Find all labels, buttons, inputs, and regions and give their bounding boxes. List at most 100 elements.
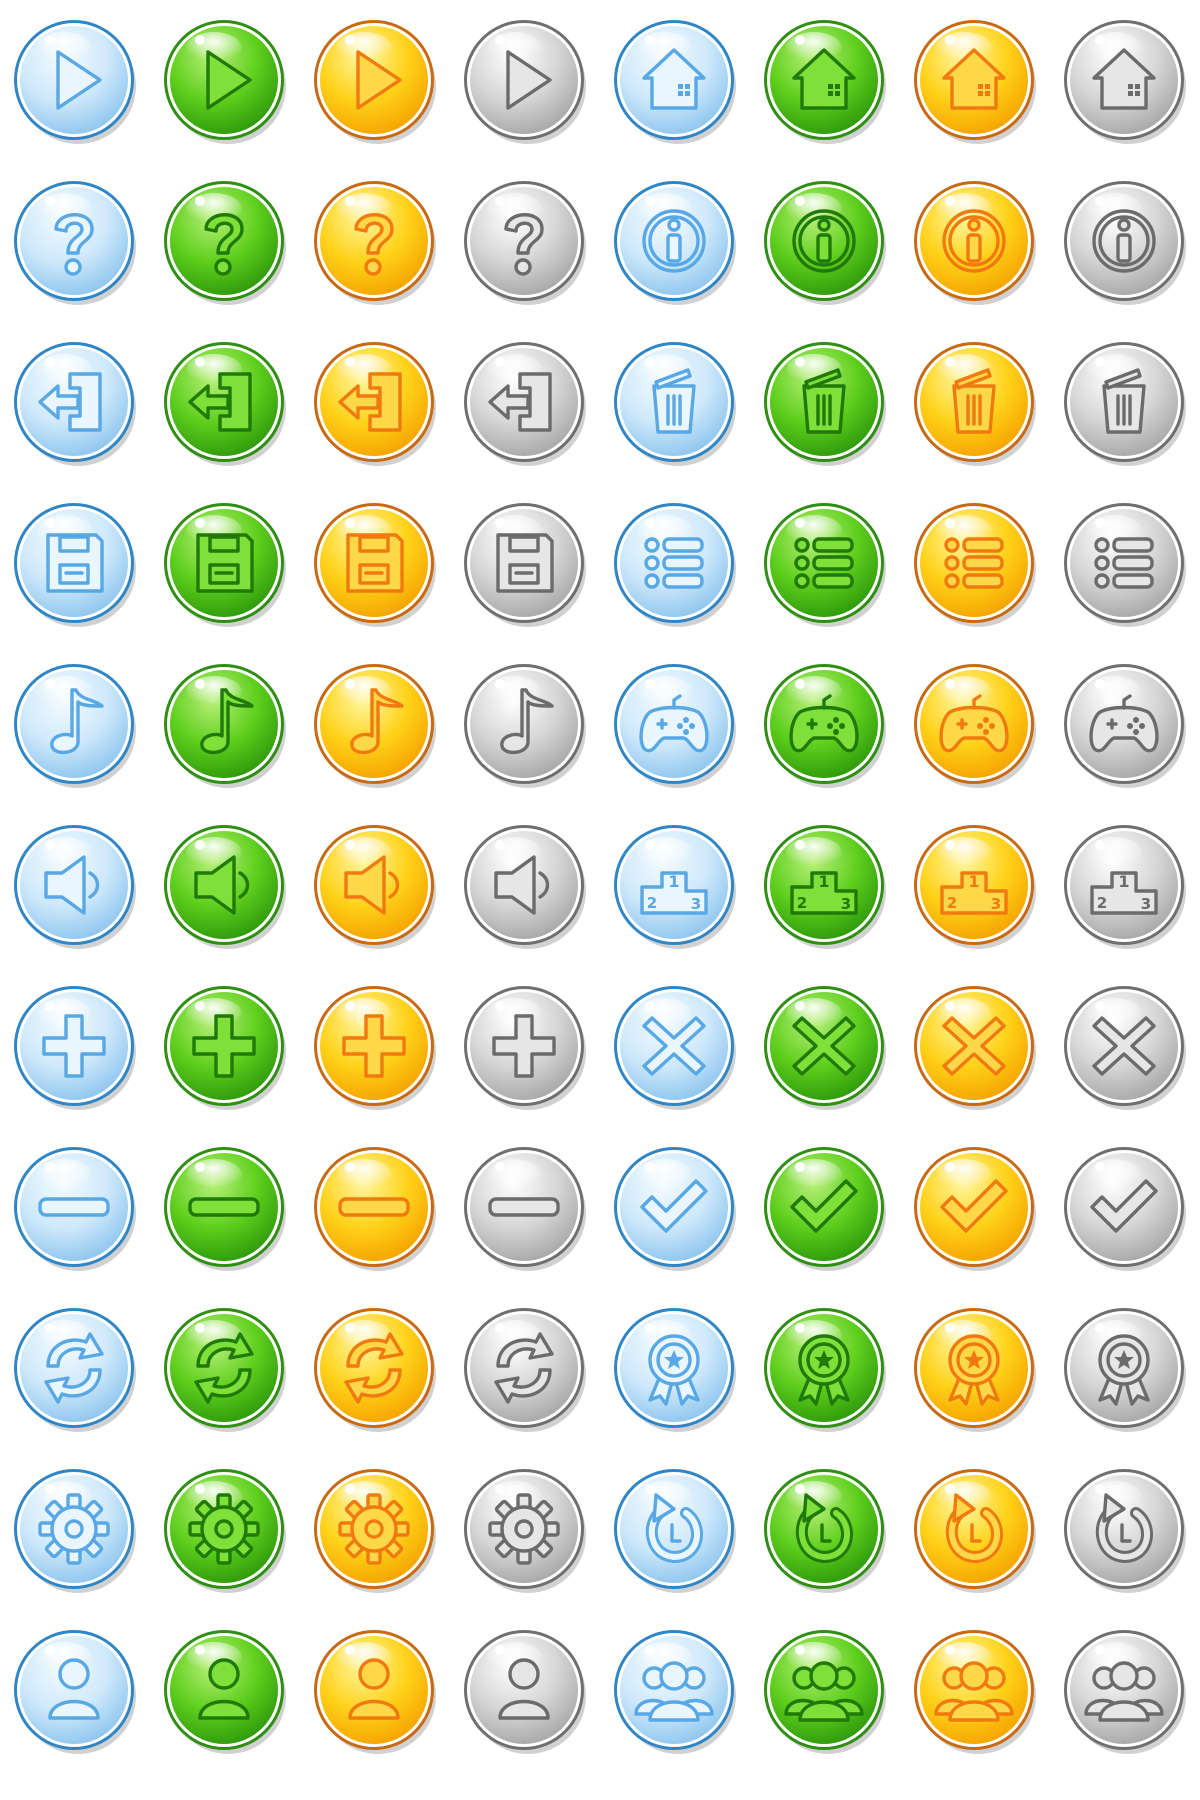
home-button-yellow[interactable] <box>910 16 1038 144</box>
question-button-gray[interactable] <box>460 177 588 305</box>
gear-icon <box>38 1493 110 1565</box>
home-button-gray[interactable] <box>1060 16 1188 144</box>
award-button-green[interactable] <box>760 1304 888 1432</box>
home-button-blue[interactable] <box>610 16 738 144</box>
svg-text:2: 2 <box>947 894 957 912</box>
restart-button-yellow[interactable] <box>910 1465 1038 1593</box>
exit-button-green[interactable] <box>160 338 288 466</box>
group-button-blue[interactable] <box>610 1626 738 1754</box>
list-button-yellow[interactable] <box>910 499 1038 627</box>
restart-button-green[interactable] <box>760 1465 888 1593</box>
gamepad-button-yellow[interactable] <box>910 660 1038 788</box>
gear-button-yellow[interactable] <box>310 1465 438 1593</box>
plus-button-gray[interactable] <box>460 982 588 1110</box>
list-button-gray[interactable] <box>1060 499 1188 627</box>
award-button-yellow[interactable] <box>910 1304 1038 1432</box>
save-button-green[interactable] <box>160 499 288 627</box>
group-button-gray[interactable] <box>1060 1626 1188 1754</box>
check-button-gray[interactable] <box>1060 1143 1188 1271</box>
trash-button-yellow[interactable] <box>910 338 1038 466</box>
trash-button-blue[interactable] <box>610 338 738 466</box>
podium-button-yellow[interactable]: 1 2 3 <box>910 821 1038 949</box>
minus-button-blue[interactable] <box>10 1143 138 1271</box>
music-button-gray[interactable] <box>460 660 588 788</box>
gamepad-button-green[interactable] <box>760 660 888 788</box>
speaker-button-yellow[interactable] <box>310 821 438 949</box>
refresh-button-yellow[interactable] <box>310 1304 438 1432</box>
close-button-green[interactable] <box>760 982 888 1110</box>
svg-text:2: 2 <box>647 894 657 912</box>
play-button-green[interactable] <box>160 16 288 144</box>
play-button-gray[interactable] <box>460 16 588 144</box>
speaker-button-green[interactable] <box>160 821 288 949</box>
save-button-yellow[interactable] <box>310 499 438 627</box>
trash-button-gray[interactable] <box>1060 338 1188 466</box>
gamepad-button-gray[interactable] <box>1060 660 1188 788</box>
group-button-green[interactable] <box>760 1626 888 1754</box>
question-button-green[interactable] <box>160 177 288 305</box>
music-button-green[interactable] <box>160 660 288 788</box>
close-button-gray[interactable] <box>1060 982 1188 1110</box>
save-button-blue[interactable] <box>10 499 138 627</box>
gear-button-green[interactable] <box>160 1465 288 1593</box>
minus-icon <box>38 1197 110 1217</box>
user-button-green[interactable] <box>160 1626 288 1754</box>
gear-icon <box>338 1493 410 1565</box>
play-button-yellow[interactable] <box>310 16 438 144</box>
question-button-yellow[interactable] <box>310 177 438 305</box>
exit-button-blue[interactable] <box>10 338 138 466</box>
podium-button-green[interactable]: 1 2 3 <box>760 821 888 949</box>
play-button-blue[interactable] <box>10 16 138 144</box>
check-button-yellow[interactable] <box>910 1143 1038 1271</box>
podium-button-gray[interactable]: 1 2 3 <box>1060 821 1188 949</box>
list-icon <box>1094 537 1154 589</box>
award-button-gray[interactable] <box>1060 1304 1188 1432</box>
restart-button-gray[interactable] <box>1060 1465 1188 1593</box>
speaker-button-blue[interactable] <box>10 821 138 949</box>
close-button-blue[interactable] <box>610 982 738 1110</box>
podium-button-blue[interactable]: 1 2 3 <box>610 821 738 949</box>
check-button-green[interactable] <box>760 1143 888 1271</box>
refresh-button-green[interactable] <box>160 1304 288 1432</box>
music-button-yellow[interactable] <box>310 660 438 788</box>
check-button-blue[interactable] <box>610 1143 738 1271</box>
award-button-blue[interactable] <box>610 1304 738 1432</box>
svg-text:3: 3 <box>991 895 1001 913</box>
plus-button-yellow[interactable] <box>310 982 438 1110</box>
list-button-green[interactable] <box>760 499 888 627</box>
user-button-yellow[interactable] <box>310 1626 438 1754</box>
close-button-yellow[interactable] <box>910 982 1038 1110</box>
minus-button-yellow[interactable] <box>310 1143 438 1271</box>
save-icon <box>496 533 554 593</box>
exit-button-gray[interactable] <box>460 338 588 466</box>
restart-button-blue[interactable] <box>610 1465 738 1593</box>
list-button-blue[interactable] <box>610 499 738 627</box>
gear-button-gray[interactable] <box>460 1465 588 1593</box>
user-button-blue[interactable] <box>10 1626 138 1754</box>
info-button-yellow[interactable] <box>910 177 1038 305</box>
list-icon <box>644 537 704 589</box>
info-button-blue[interactable] <box>610 177 738 305</box>
minus-icon <box>488 1197 560 1217</box>
info-button-gray[interactable] <box>1060 177 1188 305</box>
question-button-blue[interactable] <box>10 177 138 305</box>
group-button-yellow[interactable] <box>910 1626 1038 1754</box>
music-button-blue[interactable] <box>10 660 138 788</box>
trash-button-green[interactable] <box>760 338 888 466</box>
minus-button-green[interactable] <box>160 1143 288 1271</box>
save-icon <box>346 533 404 593</box>
minus-icon <box>188 1197 260 1217</box>
speaker-button-gray[interactable] <box>460 821 588 949</box>
home-button-green[interactable] <box>760 16 888 144</box>
user-button-gray[interactable] <box>460 1626 588 1754</box>
gear-button-blue[interactable] <box>10 1465 138 1593</box>
gamepad-button-blue[interactable] <box>610 660 738 788</box>
exit-button-yellow[interactable] <box>310 338 438 466</box>
minus-button-gray[interactable] <box>460 1143 588 1271</box>
plus-button-blue[interactable] <box>10 982 138 1110</box>
info-button-green[interactable] <box>760 177 888 305</box>
refresh-button-gray[interactable] <box>460 1304 588 1432</box>
save-button-gray[interactable] <box>460 499 588 627</box>
plus-button-green[interactable] <box>160 982 288 1110</box>
refresh-button-blue[interactable] <box>10 1304 138 1432</box>
